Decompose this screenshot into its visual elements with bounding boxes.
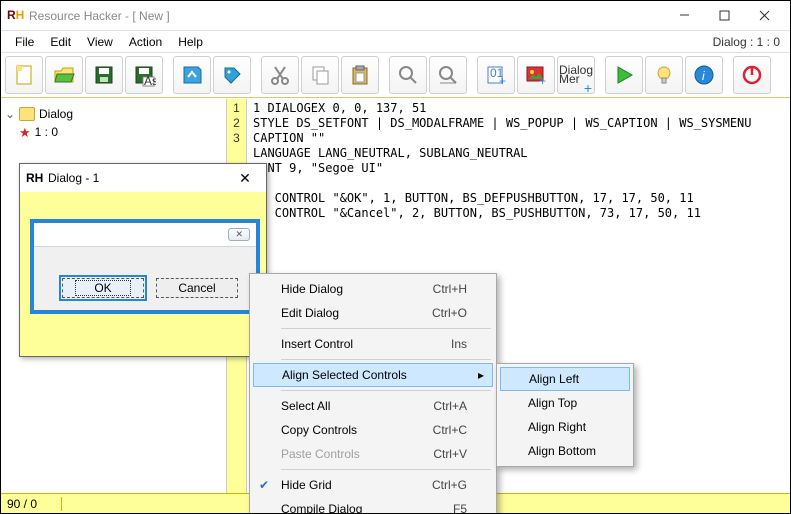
svg-text:As: As <box>144 74 156 87</box>
replace-button[interactable] <box>173 56 211 94</box>
dialog-preview-window[interactable]: RH Dialog - 1 ✕ ✕ OK Cancel <box>19 163 267 357</box>
check-icon: ✔ <box>259 478 269 492</box>
menu-help[interactable]: Help <box>170 33 211 51</box>
add-binary-button[interactable]: 01+ <box>477 56 515 94</box>
maximize-button[interactable] <box>704 2 744 30</box>
main-window: RH Resource Hacker - [ New ] File Edit V… <box>0 0 791 514</box>
menubar-status: Dialog : 1 : 0 <box>713 35 784 49</box>
status-position: 90 / 0 <box>7 497 37 511</box>
submenu-align-bottom[interactable]: Align Bottom <box>500 439 630 463</box>
find-button[interactable] <box>389 56 427 94</box>
line-number: 3 <box>227 131 246 146</box>
paste-button[interactable] <box>341 56 379 94</box>
ctx-hide-grid[interactable]: ✔Hide GridCtrl+G <box>253 473 493 497</box>
ctx-hide-dialog[interactable]: Hide DialogCtrl+H <box>253 277 493 301</box>
svg-text:i: i <box>702 69 705 83</box>
ctx-compile-dialog[interactable]: Compile DialogF5 <box>253 497 493 514</box>
tree-twisty-icon[interactable]: ⌄ <box>5 107 15 121</box>
preview-cancel-button[interactable]: Cancel <box>156 278 238 298</box>
tree-item[interactable]: ★ 1 : 0 <box>5 123 222 141</box>
submenu-align-right[interactable]: Align Right <box>500 415 630 439</box>
run-button[interactable] <box>605 56 643 94</box>
titlebar: RH Resource Hacker - [ New ] <box>1 1 790 31</box>
info-button[interactable]: i <box>685 56 723 94</box>
cut-button[interactable] <box>261 56 299 94</box>
line-number: 1 <box>227 101 246 116</box>
power-button[interactable] <box>733 56 771 94</box>
tree-item-label: 1 : 0 <box>35 125 58 139</box>
ctx-copy-controls[interactable]: Copy ControlsCtrl+C <box>253 418 493 442</box>
ctx-align-selected[interactable]: Align Selected Controls▸ <box>253 363 493 387</box>
close-button[interactable] <box>744 2 784 30</box>
ctx-edit-dialog[interactable]: Edit DialogCtrl+O <box>253 301 493 325</box>
menubar: File Edit View Action Help Dialog : 1 : … <box>1 31 790 53</box>
tag-button[interactable] <box>213 56 251 94</box>
tree-root-label: Dialog <box>39 107 73 121</box>
open-button[interactable] <box>45 56 83 94</box>
copy-button[interactable] <box>301 56 339 94</box>
star-icon: ★ <box>19 126 31 139</box>
app-logo-icon: RH <box>26 171 42 185</box>
minimize-button[interactable] <box>664 2 704 30</box>
menu-action[interactable]: Action <box>121 33 170 51</box>
svg-text:+: + <box>539 74 546 87</box>
submenu-align-left[interactable]: Align Left <box>500 367 630 391</box>
ctx-select-all[interactable]: Select AllCtrl+A <box>253 394 493 418</box>
svg-text:+: + <box>499 74 506 87</box>
menu-edit[interactable]: Edit <box>42 33 79 51</box>
search-button[interactable] <box>429 56 467 94</box>
ctx-insert-control[interactable]: Insert ControlIns <box>253 332 493 356</box>
submenu-arrow-icon: ▸ <box>478 368 484 382</box>
dialog-preview-titlebar[interactable]: RH Dialog - 1 ✕ <box>20 164 266 192</box>
new-button[interactable] <box>5 56 43 94</box>
context-menu: Hide DialogCtrl+H Edit DialogCtrl+O Inse… <box>249 273 497 514</box>
menu-view[interactable]: View <box>79 33 121 51</box>
dialog-preview-title: Dialog - 1 <box>48 171 230 185</box>
bulb-button[interactable] <box>645 56 683 94</box>
add-picture-button[interactable]: + <box>517 56 555 94</box>
line-number: 2 <box>227 116 246 131</box>
align-submenu: Align Left Align Top Align Right Align B… <box>496 363 634 467</box>
preview-close-icon[interactable]: ✕ <box>228 228 250 241</box>
save-button[interactable] <box>85 56 123 94</box>
dialog-preview-close-icon[interactable]: ✕ <box>230 170 260 187</box>
ctx-paste-controls: Paste ControlsCtrl+V <box>253 442 493 466</box>
app-logo-icon: RH <box>7 8 23 24</box>
dialog-menu-button[interactable]: DialogMer+ <box>557 56 595 94</box>
preview-dialog[interactable]: ✕ OK Cancel <box>30 219 260 314</box>
tree-node-dialog[interactable]: ⌄ Dialog <box>5 105 222 123</box>
toolbar: As 01+ + DialogMer+ i <box>1 53 790 98</box>
menu-file[interactable]: File <box>7 33 42 51</box>
submenu-align-top[interactable]: Align Top <box>500 391 630 415</box>
folder-icon <box>19 107 35 121</box>
preview-ok-button[interactable]: OK <box>62 278 144 298</box>
window-title: Resource Hacker - [ New ] <box>29 9 664 23</box>
save-as-button[interactable]: As <box>125 56 163 94</box>
